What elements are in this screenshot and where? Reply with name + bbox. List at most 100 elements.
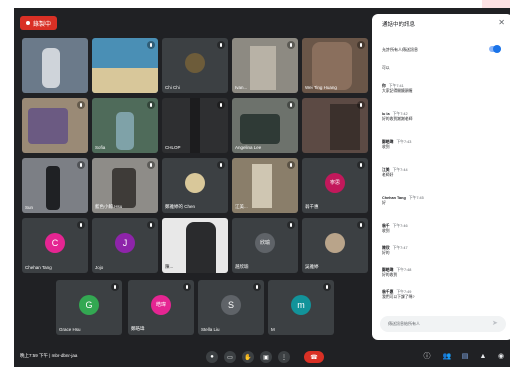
chat-message: 你下午7:41 大家記得開鏡頭喔 [382, 84, 412, 94]
mic-off-icon [253, 283, 261, 291]
more-options-icon[interactable]: ⋮ [278, 351, 290, 363]
participant-name: Grace Hsu [59, 327, 81, 332]
message-sender: 陳欣 [382, 246, 390, 250]
mic-off-icon [357, 101, 365, 109]
send-icon[interactable]: ➤ [492, 320, 500, 328]
mic-off-icon [77, 161, 85, 169]
chat-input-placeholder: 傳送訊息給所有人 [388, 321, 420, 326]
mic-off-icon [287, 161, 295, 169]
mic-off-icon [147, 101, 155, 109]
video-feed [312, 42, 352, 90]
video-feed [252, 164, 272, 208]
participant-tile[interactable]: mM [268, 280, 334, 335]
mic-off-icon [217, 101, 225, 109]
recording-label: 錄製中 [33, 21, 52, 28]
participant-name: 陳... [165, 264, 174, 269]
avatar: J [115, 232, 135, 253]
participant-tile[interactable]: CHLOP [162, 98, 228, 153]
chat-message: 翁千惠 下午7:49 我們可以下課了嗎? [382, 290, 415, 300]
participant-tile[interactable] [22, 38, 88, 93]
mic-off-icon [287, 221, 295, 229]
participant-tile[interactable]: Wei Ting Huang [302, 38, 368, 93]
participant-tile[interactable] [302, 98, 368, 153]
message-time: 下午7:47 [392, 246, 408, 250]
participant-tile[interactable]: Angelina Lee [232, 98, 298, 153]
participant-tile[interactable]: 皓瑋鄭皓瑋 [128, 280, 194, 335]
raise-hand-icon[interactable]: ✋ [242, 351, 254, 363]
participant-name: 鄭皓瑋 [131, 326, 145, 331]
avatar: 皓瑋 [151, 294, 171, 315]
message-text: 好的 [382, 251, 390, 255]
participant-tile[interactable]: S Stella Liu [198, 280, 264, 335]
mic-off-icon [147, 221, 155, 229]
participant-tile[interactable]: 吳雅婷 [302, 218, 368, 273]
chat-permission-toggle[interactable] [489, 45, 501, 53]
people-icon[interactable]: 👥 [442, 352, 452, 362]
participant-tile[interactable] [22, 98, 88, 153]
message-text: 收到 [382, 229, 390, 233]
record-dot-icon [26, 21, 30, 25]
chat-message: 江美 下午7:44 老師好 [382, 168, 408, 178]
participant-tile[interactable]: 陳... [162, 218, 228, 273]
message-time: 下午7:48 [396, 268, 412, 272]
video-feed [42, 48, 60, 88]
chat-message: 陳欣 下午7:47 好的 [382, 246, 408, 256]
info-icon[interactable]: ⓘ [422, 352, 432, 362]
participant-name: Wei Ting Huang [305, 85, 337, 90]
recording-badge: 錄製中 [20, 16, 58, 30]
chat-permission-label: 允許所有人傳送訊息 [382, 47, 418, 52]
avatar: S [221, 294, 241, 315]
video-feed [28, 108, 68, 144]
video-feed [250, 46, 276, 90]
participant-tile[interactable] [92, 38, 158, 93]
avatar [325, 232, 345, 253]
message-time: 下午7:46 [392, 224, 408, 228]
participant-tile[interactable]: J Jojo [92, 218, 158, 273]
chat-message: 鄭皓瑋 下午7:48 好的收到 [382, 268, 411, 278]
message-text: 好的收到 [382, 273, 398, 277]
chat-message: Iu la 下午7:42 好的收到謝謝老師 [382, 112, 412, 122]
chat-input[interactable]: 傳送訊息給所有人 ➤ [380, 316, 506, 332]
chat-icon[interactable]: ▤ [460, 352, 470, 362]
participant-tile[interactable]: Sun [22, 158, 88, 213]
message-text: 可以 [382, 66, 390, 70]
participant-tile[interactable]: Sofia [92, 98, 158, 153]
video-feed [240, 114, 280, 144]
close-icon[interactable]: ✕ [498, 18, 505, 27]
present-icon[interactable]: ▣ [260, 351, 272, 363]
video-feed [330, 104, 360, 150]
participant-tile[interactable]: 鄭雅婷的 Chen [162, 158, 228, 213]
participant-tile[interactable]: 江美... [232, 158, 298, 213]
mic-icon[interactable]: ● [206, 351, 218, 363]
participant-tile[interactable]: C Chehan Tang [22, 218, 88, 273]
participant-name: 江美... [235, 204, 248, 209]
participant-tile[interactable]: 藍色小鯨 Hsu [92, 158, 158, 213]
participant-name: Sofia [95, 145, 106, 150]
avatar: C [45, 232, 65, 253]
hang-up-button[interactable]: ☎ [304, 351, 324, 363]
participant-name: CHLOP [165, 145, 181, 150]
participant-tile[interactable]: Ivan... [232, 38, 298, 93]
participant-tile[interactable]: 寧思翁千惠 [302, 158, 368, 213]
participant-name: Angelina Lee [235, 145, 262, 150]
avatar: m [291, 294, 311, 315]
participant-tile[interactable]: Chi Chi [162, 38, 228, 93]
activities-icon[interactable]: ▲ [478, 352, 488, 362]
host-controls-icon[interactable]: ◉ [496, 352, 506, 362]
participant-tile[interactable]: G Grace Hsu [56, 280, 122, 335]
mic-off-icon [217, 41, 225, 49]
camera-icon[interactable]: ▭ [224, 351, 236, 363]
video-feed [186, 222, 216, 273]
participant-name: 翁千惠 [305, 204, 319, 209]
mic-off-icon [77, 221, 85, 229]
mic-off-icon [111, 283, 119, 291]
avatar: 寧思 [325, 172, 345, 193]
participant-name: M [271, 327, 275, 332]
participant-tile[interactable]: 欣瑜 趙欣瑜 [232, 218, 298, 273]
mic-off-icon [323, 283, 331, 291]
participant-name: 趙欣瑜 [235, 264, 249, 269]
mic-off-icon [357, 221, 365, 229]
participant-name: Chi Chi [165, 85, 180, 90]
bottom-toolbar: 晚上7:59 下午 | mbr-dbnr-jaa ● ▭ ✋ ▣ ⋮ ☎ ⓘ 👥… [14, 344, 510, 367]
message-time: 下午7:42 [392, 112, 408, 116]
